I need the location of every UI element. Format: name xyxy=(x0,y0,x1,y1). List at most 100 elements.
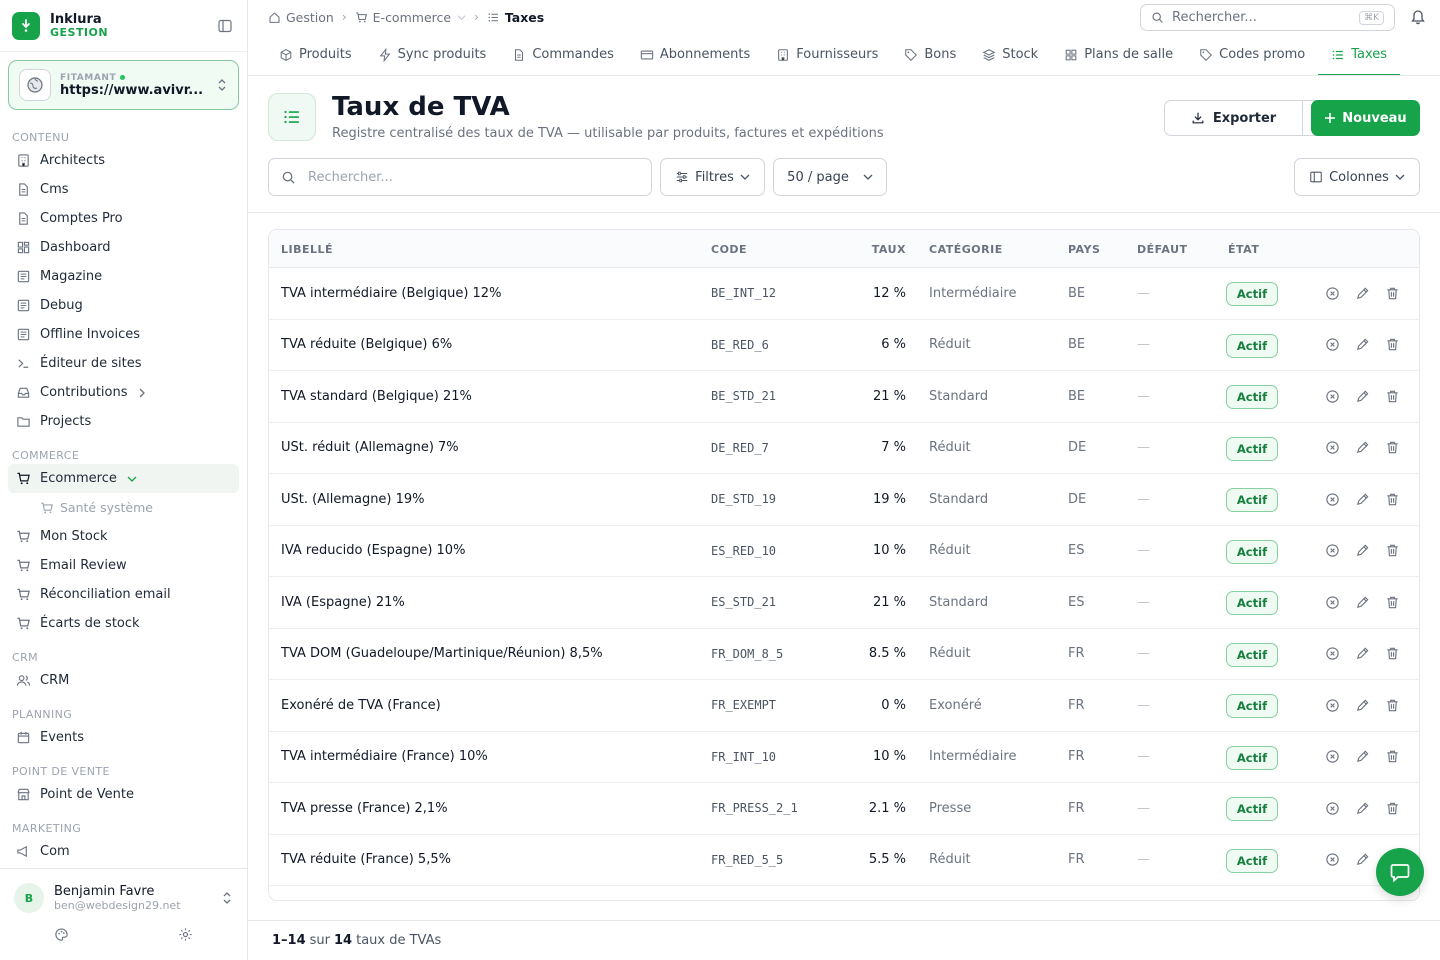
deactivate-icon[interactable] xyxy=(1325,732,1340,783)
tab-codes-promo[interactable]: Codes promo xyxy=(1186,34,1318,75)
sidebar-item-editeur-de-sites[interactable]: Éditeur de sites xyxy=(0,349,247,378)
edit-icon[interactable] xyxy=(1355,577,1370,628)
trash-icon[interactable] xyxy=(1385,629,1400,680)
column-header-taux[interactable]: TAUX xyxy=(829,230,906,268)
column-header-etat[interactable]: ÉTAT xyxy=(1228,230,1259,268)
sidebar-item-debug[interactable]: Debug xyxy=(0,291,247,320)
trash-icon[interactable] xyxy=(1385,783,1400,834)
table-row[interactable]: USt. réduit (Allemagne) 7% DE_RED_7 7 % Réd… xyxy=(269,423,1419,474)
table-search-input[interactable]: Rechercher... xyxy=(268,158,652,196)
tab-bons[interactable]: Bons xyxy=(891,34,969,75)
sidebar-item-reconciliation-email[interactable]: Réconciliation email xyxy=(0,580,247,609)
deactivate-icon[interactable] xyxy=(1325,474,1340,525)
deactivate-icon[interactable] xyxy=(1325,577,1340,628)
trash-icon[interactable] xyxy=(1385,680,1400,731)
edit-icon[interactable] xyxy=(1355,371,1370,422)
trash-icon[interactable] xyxy=(1385,577,1400,628)
tab-taxes[interactable]: Taxes xyxy=(1318,34,1400,75)
sidebar-item-mon-stock[interactable]: Mon Stock xyxy=(0,522,247,551)
column-header-defaut[interactable]: DÉFAUT xyxy=(1137,230,1188,268)
tab-abonnements[interactable]: Abonnements xyxy=(627,34,763,75)
sidebar-item-architects[interactable]: Architects xyxy=(0,146,247,175)
sidebar-item-point-de-vente[interactable]: Point de Vente xyxy=(0,780,247,809)
sidebar-item-dashboard[interactable]: Dashboard xyxy=(0,233,247,262)
sidebar-item-cms[interactable]: Cms xyxy=(0,175,247,204)
table-row[interactable]: IVA (Espagne) 21% ES_STD_21 21 % Standard ES… xyxy=(269,577,1419,629)
user-menu[interactable]: B Benjamin Favre ben@webdesign29.net xyxy=(0,869,247,913)
deactivate-icon[interactable] xyxy=(1325,526,1340,577)
edit-icon[interactable] xyxy=(1355,526,1370,577)
deactivate-icon[interactable] xyxy=(1325,320,1340,371)
edit-icon[interactable] xyxy=(1355,680,1370,731)
tab-fournisseurs[interactable]: Fournisseurs xyxy=(763,34,891,75)
sidebar-item-offline-invoices[interactable]: Offline Invoices xyxy=(0,320,247,349)
trash-icon[interactable] xyxy=(1385,371,1400,422)
sidebar-item-com[interactable]: Com xyxy=(0,837,247,866)
trash-icon[interactable] xyxy=(1385,474,1400,525)
table-row[interactable]: TVA presse (France) 2,1% FR_PRESS_2_1 2.1 … xyxy=(269,783,1419,835)
table-row[interactable]: IVA reducido (Espagne) 10% ES_RED_10 10 % R… xyxy=(269,526,1419,577)
tab-plans-de-salle[interactable]: Plans de salle xyxy=(1051,34,1186,75)
export-button[interactable]: Exporter xyxy=(1164,100,1303,136)
table-row[interactable]: TVA DOM (Guadeloupe/Martinique/Réunion) … xyxy=(269,629,1419,680)
sidebar-item-comptes-pro[interactable]: Comptes Pro xyxy=(0,204,247,233)
workspace-switcher[interactable]: FITAMANT https://www.avivr... xyxy=(8,60,239,110)
trash-icon[interactable] xyxy=(1385,423,1400,474)
columns-button[interactable]: Colonnes xyxy=(1294,158,1420,196)
table-row[interactable]: TVA intermédiaire (Belgique) 12% BE_INT_1… xyxy=(269,268,1419,320)
edit-icon[interactable] xyxy=(1355,783,1370,834)
tab-produits[interactable]: Produits xyxy=(266,34,365,75)
column-header-categorie[interactable]: CATÉGORIE xyxy=(929,230,1003,268)
tab-stock[interactable]: Stock xyxy=(969,34,1051,75)
table-row[interactable]: TVA réduite (France) 5,5% FR_RED_5_5 5.5 %… xyxy=(269,835,1419,886)
edit-icon[interactable] xyxy=(1355,732,1370,783)
edit-icon[interactable] xyxy=(1355,835,1370,886)
sidebar-item-contributions[interactable]: Contributions xyxy=(0,378,247,407)
sidebar-item-magazine[interactable]: Magazine xyxy=(0,262,247,291)
edit-icon[interactable] xyxy=(1355,423,1370,474)
breadcrumb-gestion[interactable]: Gestion xyxy=(268,10,334,25)
sidebar-toggle-icon[interactable] xyxy=(215,16,235,36)
tab-commandes[interactable]: Commandes xyxy=(499,34,627,75)
deactivate-icon[interactable] xyxy=(1325,423,1340,474)
deactivate-icon[interactable] xyxy=(1325,268,1340,319)
column-header-code[interactable]: CODE xyxy=(711,230,747,268)
table-row[interactable]: USt. (Allemagne) 19% DE_STD_19 19 % Standar… xyxy=(269,474,1419,526)
breadcrumb-ecommerce[interactable]: E-commerce xyxy=(355,10,466,25)
sidebar-item-projects[interactable]: Projects xyxy=(0,407,247,436)
table-row[interactable]: TVA standard (Belgique) 21% BE_STD_21 21 %… xyxy=(269,371,1419,423)
table-row[interactable]: TVA intermédiaire (France) 10% FR_INT_10 1… xyxy=(269,732,1419,783)
per-page-select[interactable]: 50 / page xyxy=(773,158,887,196)
deactivate-icon[interactable] xyxy=(1325,783,1340,834)
edit-icon[interactable] xyxy=(1355,474,1370,525)
sidebar-item-email-review[interactable]: Email Review xyxy=(0,551,247,580)
palette-icon[interactable] xyxy=(54,927,69,942)
bell-icon[interactable] xyxy=(1410,8,1426,29)
sidebar-item-crm[interactable]: CRM xyxy=(0,666,247,695)
sidebar-item-ecarts-de-stock[interactable]: Écarts de stock xyxy=(0,609,247,638)
deactivate-icon[interactable] xyxy=(1325,835,1340,886)
deactivate-icon[interactable] xyxy=(1325,629,1340,680)
trash-icon[interactable] xyxy=(1385,526,1400,577)
trash-icon[interactable] xyxy=(1385,268,1400,319)
sidebar-item-ecommerce[interactable]: Ecommerce xyxy=(8,464,239,493)
sidebar-item-events[interactable]: Events xyxy=(0,723,247,752)
edit-icon[interactable] xyxy=(1355,320,1370,371)
trash-icon[interactable] xyxy=(1385,320,1400,371)
column-header-libelle[interactable]: LIBELLÉ xyxy=(281,230,333,268)
table-row[interactable]: Exonéré de TVA (France) FR_EXEMPT 0 % Exoné… xyxy=(269,680,1419,732)
sidebar-item-sante-systeme[interactable]: Santé système xyxy=(0,493,247,522)
chat-button[interactable] xyxy=(1376,848,1424,896)
gear-icon[interactable] xyxy=(178,927,193,942)
edit-icon[interactable] xyxy=(1355,268,1370,319)
deactivate-icon[interactable] xyxy=(1325,371,1340,422)
new-button[interactable]: Nouveau xyxy=(1311,100,1420,136)
table-row[interactable]: TVA réduite (Belgique) 6% BE_RED_6 6 % Rédu… xyxy=(269,320,1419,371)
tab-sync-produits[interactable]: Sync produits xyxy=(365,34,500,75)
deactivate-icon[interactable] xyxy=(1325,680,1340,731)
app-logo[interactable] xyxy=(12,11,40,40)
global-search-input[interactable]: Rechercher... ⌘K xyxy=(1140,4,1395,31)
filters-button[interactable]: Filtres xyxy=(660,158,765,196)
edit-icon[interactable] xyxy=(1355,629,1370,680)
trash-icon[interactable] xyxy=(1385,732,1400,783)
